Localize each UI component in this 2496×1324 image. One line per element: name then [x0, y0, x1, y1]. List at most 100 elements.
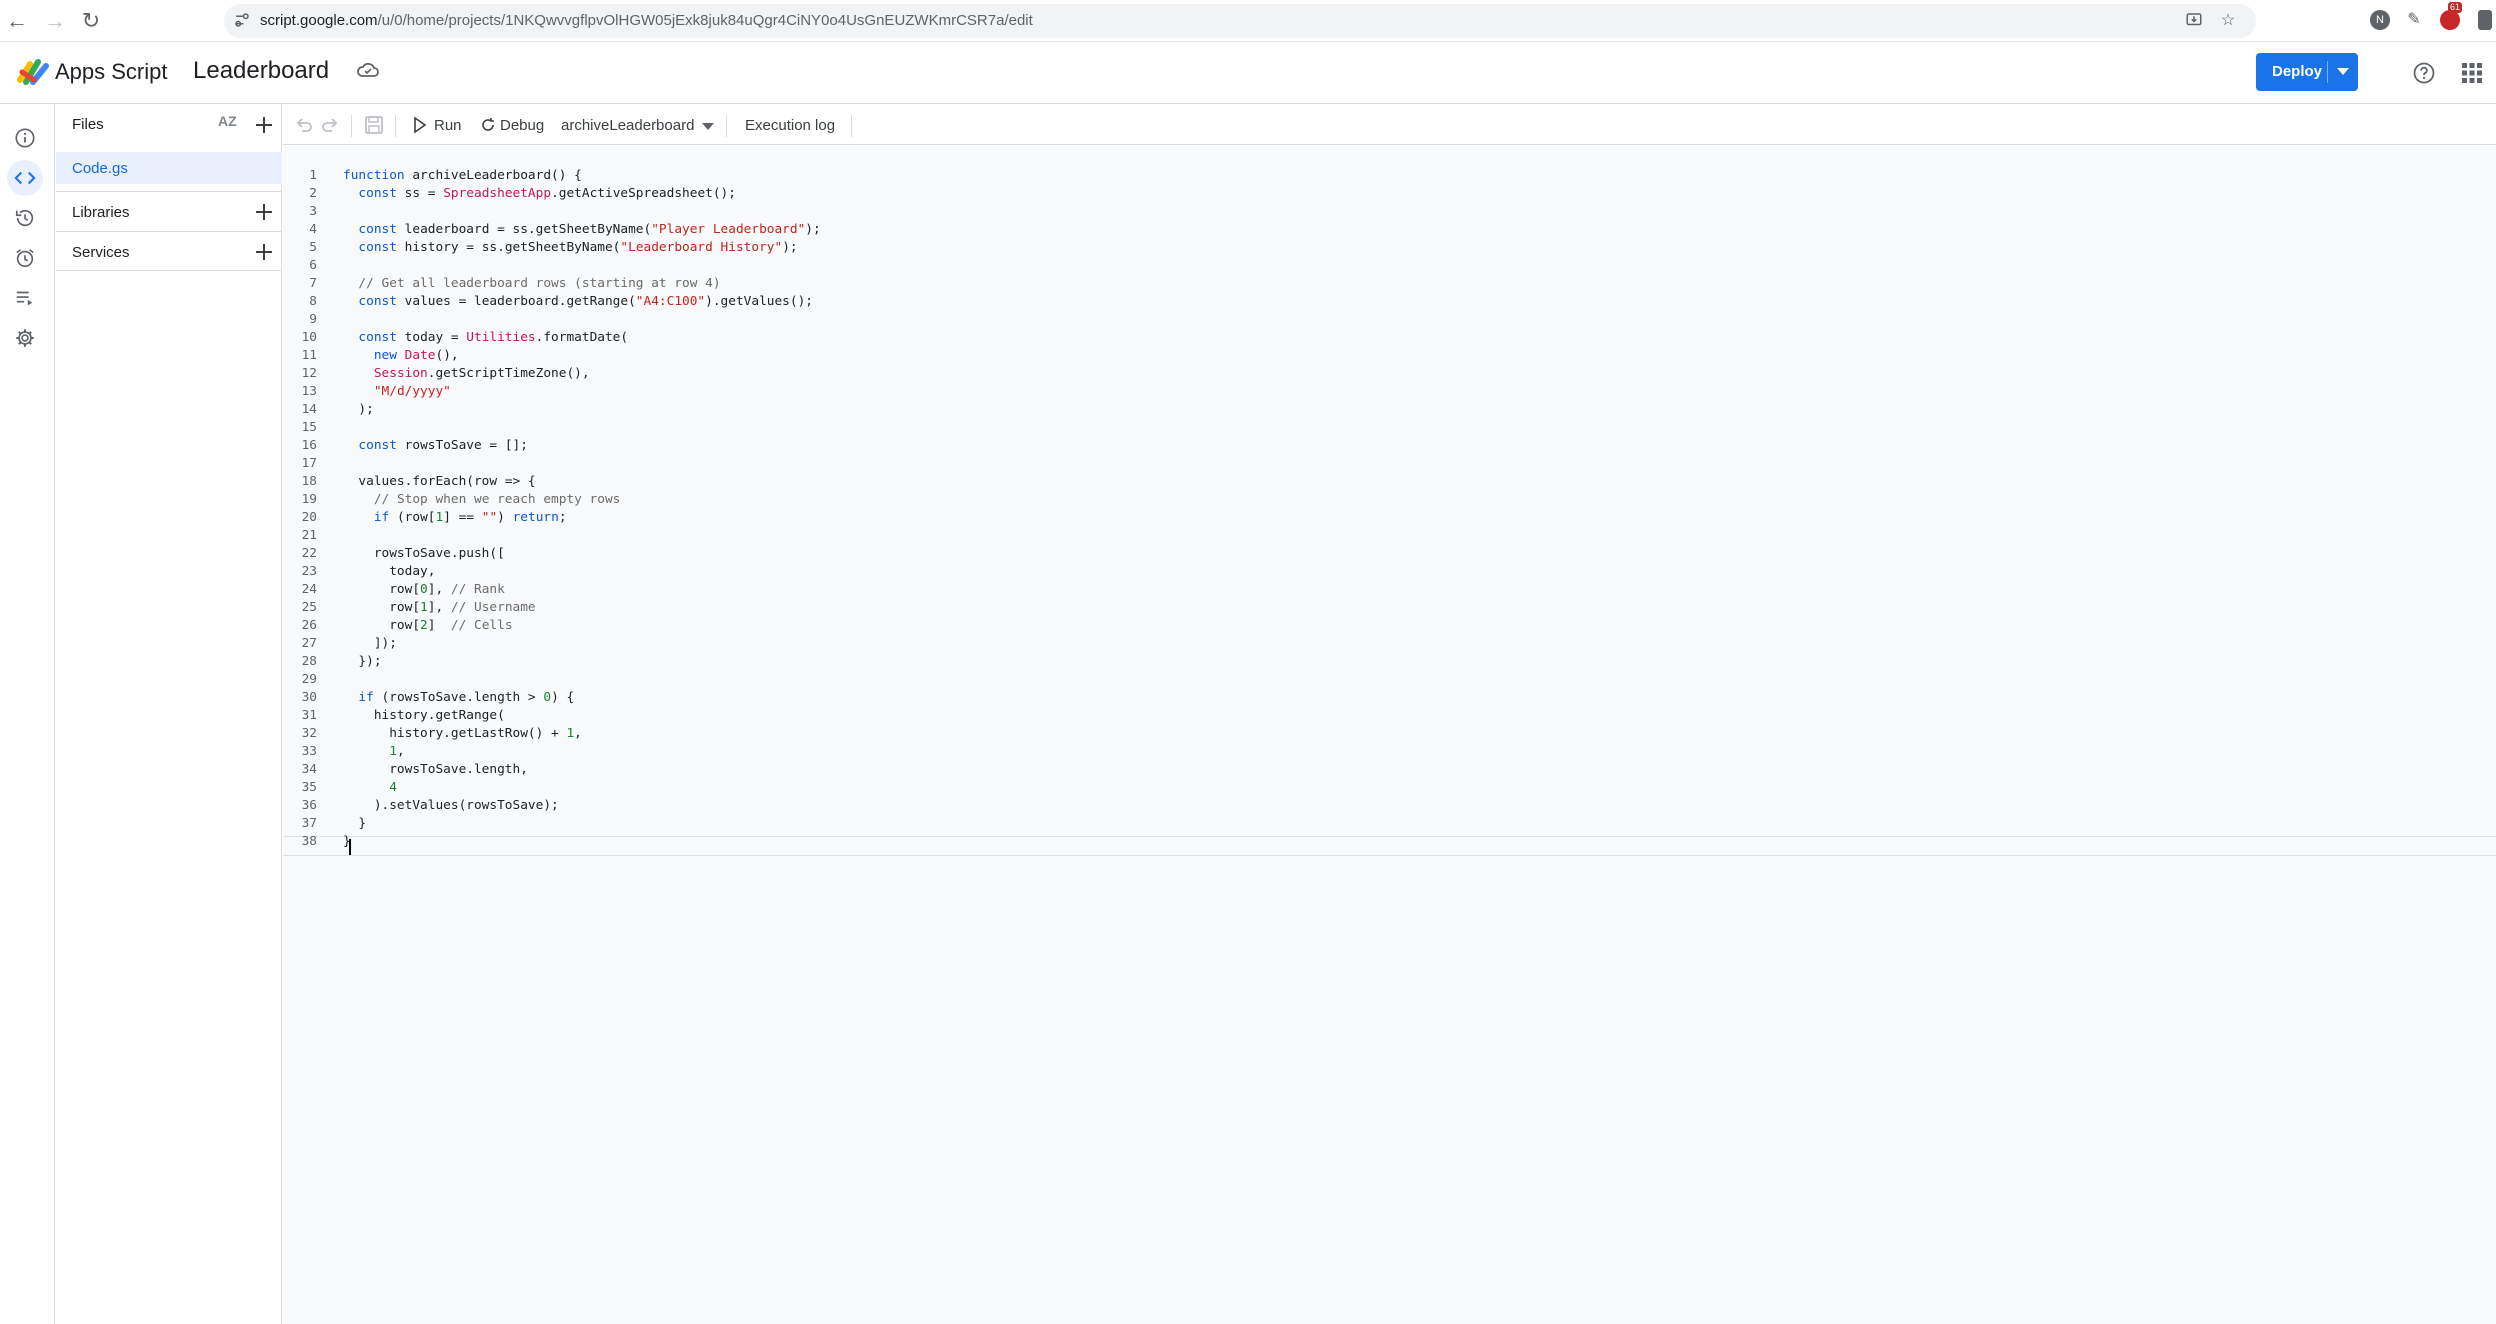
line-number: 5	[309, 240, 317, 255]
code-line[interactable]: history.getRange(	[343, 707, 821, 725]
help-icon[interactable]	[2412, 61, 2436, 85]
code-line[interactable]	[343, 671, 821, 689]
code-line[interactable]: 1,	[343, 743, 821, 761]
line-number: 23	[301, 564, 317, 579]
line-number: 6	[309, 258, 317, 273]
deploy-label: Deploy	[2272, 63, 2323, 80]
install-app-icon[interactable]	[2184, 11, 2204, 31]
deploy-button[interactable]: Deploy	[2256, 53, 2358, 91]
code-line[interactable]: "M/d/yyyy"	[343, 383, 821, 401]
back-arrow-icon[interactable]: ←	[4, 8, 30, 34]
site-info-icon[interactable]	[232, 11, 252, 31]
code-line[interactable]: values.forEach(row => {	[343, 473, 821, 491]
project-settings-button[interactable]	[7, 320, 43, 356]
toolbar-divider	[351, 115, 352, 137]
line-number: 29	[301, 672, 317, 687]
code-line[interactable]: }	[343, 833, 821, 851]
code-line[interactable]: // Stop when we reach empty rows	[343, 491, 821, 509]
code-line[interactable]: // Get all leaderboard rows (starting at…	[343, 275, 821, 293]
code-icon	[14, 171, 36, 185]
code-line[interactable]: if (row[1] == "") return;	[343, 509, 821, 527]
code-line[interactable]	[343, 527, 821, 545]
triggers-button[interactable]	[7, 240, 43, 276]
toolbar-divider	[851, 115, 852, 137]
file-name: Code.gs	[72, 160, 128, 177]
reload-icon[interactable]: ↻	[78, 8, 104, 34]
code-lines[interactable]: function archiveLeaderboard() { const ss…	[343, 167, 821, 851]
overview-button[interactable]	[7, 120, 43, 156]
code-line[interactable]: const history = ss.getSheetByName("Leade…	[343, 239, 821, 257]
project-history-button[interactable]	[7, 200, 43, 236]
deploy-dropdown-icon[interactable]	[2337, 68, 2349, 75]
code-line[interactable]	[343, 203, 821, 221]
sort-az-icon[interactable]: AZ	[218, 113, 242, 137]
execution-log-button[interactable]: Execution log	[745, 117, 835, 134]
code-line[interactable]: Session.getScriptTimeZone(),	[343, 365, 821, 383]
line-number: 4	[309, 222, 317, 237]
code-line[interactable]: new Date(),	[343, 347, 821, 365]
url-path: /u/0/home/projects/1NKQwvvgflpvOlHGW05jE…	[377, 12, 1033, 29]
line-number: 2	[309, 186, 317, 201]
extension-icon[interactable]	[2478, 10, 2492, 30]
google-apps-grid-icon[interactable]	[2461, 62, 2483, 84]
bookmark-star-icon[interactable]: ☆	[2218, 11, 2238, 31]
toolbar-divider	[726, 115, 727, 137]
code-line[interactable]: today,	[343, 563, 821, 581]
run-label: Run	[434, 117, 462, 134]
code-line[interactable]: const rowsToSave = [];	[343, 437, 821, 455]
redo-icon[interactable]	[319, 114, 341, 136]
code-line[interactable]: const leaderboard = ss.getSheetByName("P…	[343, 221, 820, 239]
code-line[interactable]: if (rowsToSave.length > 0) {	[343, 689, 821, 707]
code-line[interactable]: );	[343, 401, 821, 419]
code-line[interactable]: rowsToSave.length,	[343, 761, 821, 779]
browser-toolbar: ← → ↻ script.google.com/u/0/home/project…	[0, 0, 2496, 42]
executions-button[interactable]	[7, 280, 43, 316]
code-line[interactable]: rowsToSave.push([	[343, 545, 821, 563]
libraries-label: Libraries	[72, 204, 130, 221]
address-bar[interactable]: script.google.com/u/0/home/projects/1NKQ…	[224, 4, 2256, 38]
code-line[interactable]: const values = leaderboard.getRange("A4:…	[343, 293, 821, 311]
save-icon[interactable]	[363, 114, 385, 136]
profile-avatar[interactable]: N	[2370, 10, 2390, 30]
code-line[interactable]: ]);	[343, 635, 821, 653]
line-number: 27	[301, 636, 317, 651]
editor-button[interactable]	[7, 160, 43, 196]
function-select-value: archiveLeaderboard	[561, 117, 695, 134]
line-number: 36	[301, 798, 317, 813]
forward-arrow-icon[interactable]: →	[42, 8, 68, 34]
playlist-play-icon	[16, 291, 33, 306]
code-editor[interactable]: 1 2 3 4 5 6 7 8 9 10 11 12 13 14 15 16 17 18 19 20 21 22 23 24 2…	[283, 146, 2496, 1324]
code-line[interactable]: 4	[343, 779, 821, 797]
code-line[interactable]	[343, 419, 821, 437]
add-library-icon[interactable]	[253, 201, 275, 223]
undo-icon[interactable]	[293, 114, 315, 136]
code-line[interactable]: history.getLastRow() + 1,	[343, 725, 821, 743]
app-name: Apps Script	[55, 59, 168, 84]
add-service-icon[interactable]	[253, 241, 275, 263]
code-line[interactable]: function archiveLeaderboard() {	[343, 167, 821, 185]
line-number: 12	[301, 366, 317, 381]
line-number: 8	[309, 294, 317, 309]
code-line[interactable]: const today = Utilities.formatDate(	[343, 329, 821, 347]
line-number: 10	[301, 330, 317, 345]
code-line[interactable]: row[0], // Rank	[343, 581, 821, 599]
code-line[interactable]: }	[343, 815, 821, 833]
file-item-code-gs[interactable]: Code.gs	[56, 152, 282, 184]
add-file-icon[interactable]	[253, 114, 275, 136]
code-line[interactable]	[343, 257, 821, 275]
project-title[interactable]: Leaderboard	[193, 57, 329, 85]
shield-extension-icon[interactable]: 61	[2440, 2, 2463, 30]
code-line[interactable]: ).setValues(rowsToSave);	[343, 797, 821, 815]
code-line[interactable]	[343, 455, 821, 473]
extension-badge: 61	[2448, 2, 2463, 13]
editor-toolbar: Run Debug archiveLeaderboard Execution l…	[283, 105, 2496, 145]
code-line[interactable]: row[2] // Cells	[343, 617, 821, 635]
line-number: 14	[301, 402, 317, 417]
line-number: 11	[301, 348, 317, 363]
gear-icon	[16, 329, 34, 347]
code-line[interactable]: });	[343, 653, 821, 671]
extensions-puzzle-icon[interactable]: ✎	[2404, 10, 2424, 30]
code-line[interactable]: row[1], // Username	[343, 599, 821, 617]
code-line[interactable]: const ss = SpreadsheetApp.getActiveSprea…	[343, 185, 821, 203]
code-line[interactable]	[343, 311, 821, 329]
